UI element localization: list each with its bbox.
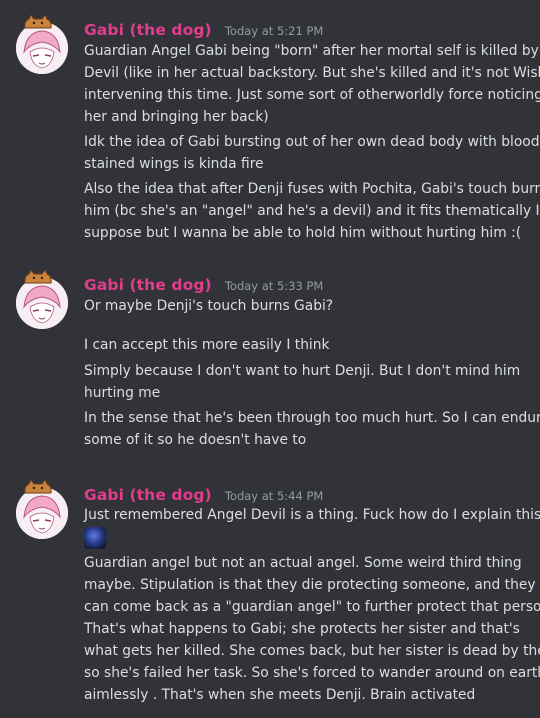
avatar[interactable]: [16, 487, 68, 539]
message-line: intervening this time. Just some sort of…: [84, 87, 540, 103]
custom-emoji-icon[interactable]: [84, 527, 106, 549]
message-line: suppose but I wanna be able to hold him …: [84, 225, 522, 241]
cat-avatar-decoration-icon: [22, 14, 54, 29]
message-line: can come back as a "guardian angel" to f…: [84, 599, 540, 615]
message-line: Guardian Angel Gabi being "born" after h…: [84, 43, 540, 59]
timestamp[interactable]: Today at 5:33 PM: [225, 279, 323, 293]
message-line: Simply because I don't want to hurt Denj…: [84, 363, 521, 379]
message-header: Gabi (the dog) Today at 5:33 PM: [84, 275, 323, 297]
username[interactable]: Gabi (the dog): [84, 276, 212, 294]
message-header: Gabi (the dog) Today at 5:21 PM: [84, 20, 323, 42]
message-line: hurting me: [84, 385, 161, 401]
timestamp[interactable]: Today at 5:21 PM: [225, 24, 323, 38]
message-line: That's what happens to Gabi; she protect…: [84, 621, 520, 637]
avatar-art-icon: [16, 487, 68, 539]
message-line: so she's failed her task. So she's force…: [84, 665, 540, 681]
message-line: In the sense that he's been through too …: [84, 410, 540, 426]
avatar-art-icon: [16, 277, 68, 329]
message-line: stained wings is kinda fire: [84, 156, 264, 172]
avatar[interactable]: [16, 277, 68, 329]
cat-avatar-decoration-icon: [22, 479, 54, 494]
message-line: her and bringing her back): [84, 109, 269, 125]
avatar-art-icon: [16, 22, 68, 74]
timestamp[interactable]: Today at 5:44 PM: [225, 489, 323, 503]
message-line: Also the idea that after Denji fuses wit…: [84, 181, 540, 197]
username[interactable]: Gabi (the dog): [84, 21, 212, 39]
message-line: Just remembered Angel Devil is a thing. …: [84, 507, 540, 523]
username[interactable]: Gabi (the dog): [84, 486, 212, 504]
avatar[interactable]: [16, 22, 68, 74]
message-line: maybe. Stipulation is that they die prot…: [84, 577, 536, 593]
message-line: some of it so he doesn't have to: [84, 432, 307, 448]
message-line: I can accept this more easily I think: [84, 337, 330, 353]
message-line: aimlessly . That's when she meets Denji.…: [84, 687, 476, 703]
message-line: Guardian angel but not an actual angel. …: [84, 555, 522, 571]
message-line: what gets her killed. She comes back, bu…: [84, 643, 540, 659]
message-line: Devil (like in her actual backstory. But…: [84, 65, 540, 81]
message-line: him (bc she's an "angel" and he's a devi…: [84, 203, 540, 219]
chat-log: Gabi (the dog) Today at 5:21 PM Guardian…: [0, 0, 540, 718]
cat-avatar-decoration-icon: [22, 269, 54, 284]
message-line: Idk the idea of Gabi bursting out of her…: [84, 134, 540, 150]
message-line: Or maybe Denji's touch burns Gabi?: [84, 298, 334, 314]
